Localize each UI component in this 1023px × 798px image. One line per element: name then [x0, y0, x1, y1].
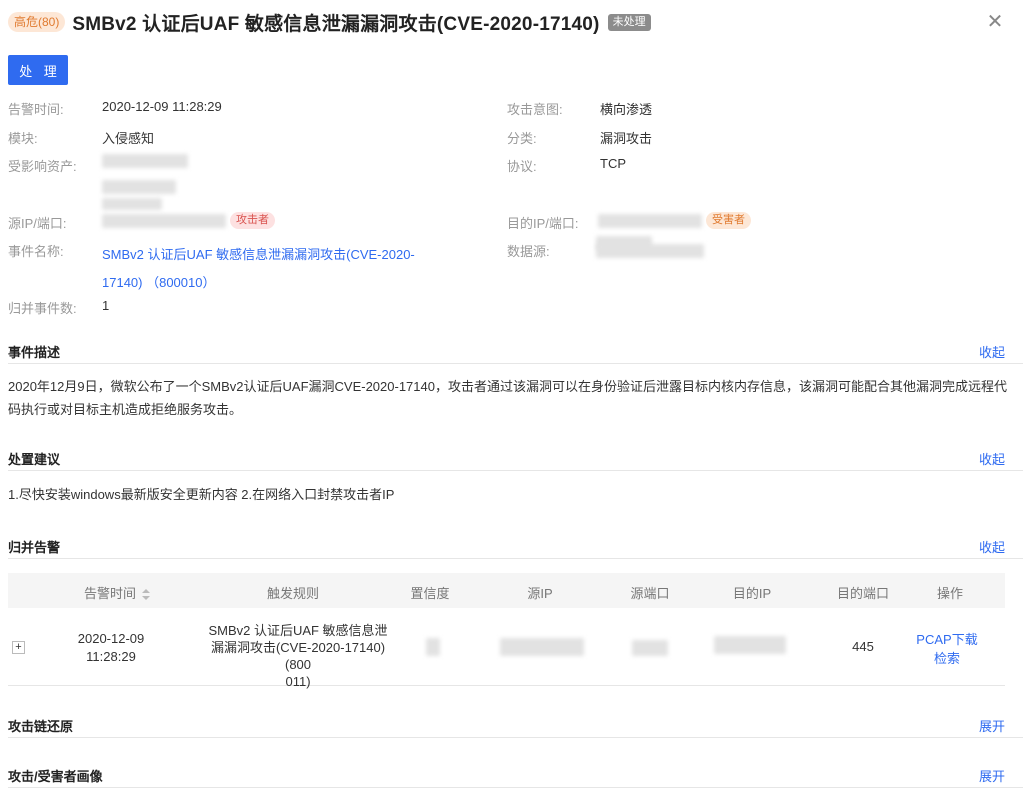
field-value: 1	[102, 298, 110, 313]
column-header-actions: 操作	[936, 586, 963, 601]
field-value: 2020-12-09 11:28:29	[102, 99, 222, 114]
field-value: 漏洞攻击	[600, 131, 653, 146]
table-header: 告警时间 触发规则 置信度 源IP 源端口 目的IP 目的端口 操作	[8, 573, 1005, 608]
expand-toggle[interactable]: 展开	[979, 766, 1005, 785]
cell-actions: PCAP下载 检索	[902, 630, 992, 668]
column-header-dst-ip: 目的IP	[732, 586, 772, 601]
redacted-dst-ip-cell	[714, 636, 786, 654]
column-header-confidence: 置信度	[410, 586, 450, 601]
field-label: 事件名称:	[8, 244, 64, 259]
column-header-src-ip: 源IP	[527, 586, 553, 601]
redacted-asset	[102, 180, 176, 194]
section-title: 处置建议	[8, 452, 61, 467]
section-attack-chain-header: 攻击链还原 展开	[8, 710, 1023, 738]
field-label: 受影响资产:	[8, 159, 77, 174]
redacted-dst-ip	[598, 214, 702, 228]
search-link[interactable]: 检索	[902, 649, 992, 668]
column-header-dst-port: 目的端口	[836, 586, 889, 601]
field-value: TCP	[600, 156, 626, 171]
column-header-src-port: 源端口	[630, 586, 670, 601]
section-merged-header: 归并告警 收起	[8, 531, 1023, 559]
cell-dst-port: 445	[852, 639, 874, 654]
cell-rule: SMBv2 认证后UAF 敏感信息泄 漏漏洞攻击(CVE-2020-17140)…	[208, 623, 388, 689]
redacted-asset	[102, 154, 188, 168]
field-label: 源IP/端口:	[8, 216, 67, 231]
section-title: 攻击/受害者画像	[8, 769, 103, 784]
severity-badge: 高危(80)	[8, 12, 66, 32]
redacted-confidence	[426, 638, 440, 656]
advice-text: 1.尽快安装windows最新版安全更新内容 2.在网络入口封禁攻击者IP	[8, 487, 395, 502]
cell-time: 2020-12-09 11:28:29	[77, 631, 145, 664]
redacted-src-ip	[102, 214, 226, 228]
collapse-toggle[interactable]: 收起	[979, 342, 1005, 361]
column-header-rule: 触发规则	[266, 586, 319, 601]
collapse-toggle[interactable]: 收起	[979, 537, 1005, 556]
section-title: 攻击链还原	[8, 719, 74, 734]
event-name-link[interactable]: SMBv2 认证后UAF 敏感信息泄漏漏洞攻击(CVE-2020- 17140)…	[102, 241, 415, 297]
field-value: 入侵感知	[102, 131, 155, 146]
merged-alerts-table: 告警时间 触发规则 置信度 源IP 源端口 目的IP 目的端口 操作 + 202…	[8, 573, 1005, 689]
redacted-src-port-cell	[632, 640, 668, 656]
field-label: 告警时间:	[8, 102, 64, 117]
event-name-line: SMBv2 认证后UAF 敏感信息泄漏漏洞攻击(CVE-2020-	[102, 247, 415, 262]
redacted-data-source	[596, 244, 704, 258]
attacker-tag: 攻击者	[230, 212, 275, 229]
field-label: 数据源:	[507, 244, 550, 259]
victim-tag: 受害者	[706, 212, 751, 229]
field-label: 目的IP/端口:	[507, 216, 579, 231]
table-row: + 2020-12-09 11:28:29 SMBv2 认证后UAF 敏感信息泄…	[8, 608, 1005, 689]
redacted-src-ip-cell	[500, 638, 584, 656]
field-label: 攻击意图:	[507, 102, 563, 117]
field-label: 分类:	[507, 131, 537, 146]
field-label: 协议:	[507, 159, 537, 174]
field-label: 归并事件数:	[8, 301, 77, 316]
pcap-download-link[interactable]: PCAP下载	[902, 630, 992, 649]
description-text: 2020年12月9日，微软公布了一个SMBv2认证后UAF漏洞CVE-2020-…	[8, 379, 1007, 417]
page-title: SMBv2 认证后UAF 敏感信息泄漏漏洞攻击(CVE-2020-17140)	[72, 13, 600, 35]
event-name-line: 17140) （800010）	[102, 275, 216, 290]
sort-icon[interactable]	[142, 588, 150, 601]
section-advice-header: 处置建议 收起	[8, 443, 1023, 471]
field-label: 模块:	[8, 131, 38, 146]
close-icon[interactable]: ✕	[983, 10, 1007, 34]
section-title: 事件描述	[8, 345, 61, 360]
section-title: 归并告警	[8, 540, 61, 555]
collapse-toggle[interactable]: 收起	[979, 449, 1005, 468]
expand-row-button[interactable]: +	[12, 641, 25, 654]
expand-toggle[interactable]: 展开	[979, 716, 1005, 735]
column-header-time[interactable]: 告警时间	[72, 583, 162, 602]
redacted-asset	[102, 198, 162, 210]
section-profile-header: 攻击/受害者画像 展开	[8, 760, 1023, 788]
dialog-header: 高危(80) SMBv2 认证后UAF 敏感信息泄漏漏洞攻击(CVE-2020-…	[8, 8, 1013, 36]
field-value: 横向渗透	[600, 102, 653, 117]
status-badge: 未处理	[607, 13, 651, 31]
section-description-header: 事件描述 收起	[8, 336, 1023, 364]
process-button[interactable]: 处 理	[8, 55, 68, 85]
